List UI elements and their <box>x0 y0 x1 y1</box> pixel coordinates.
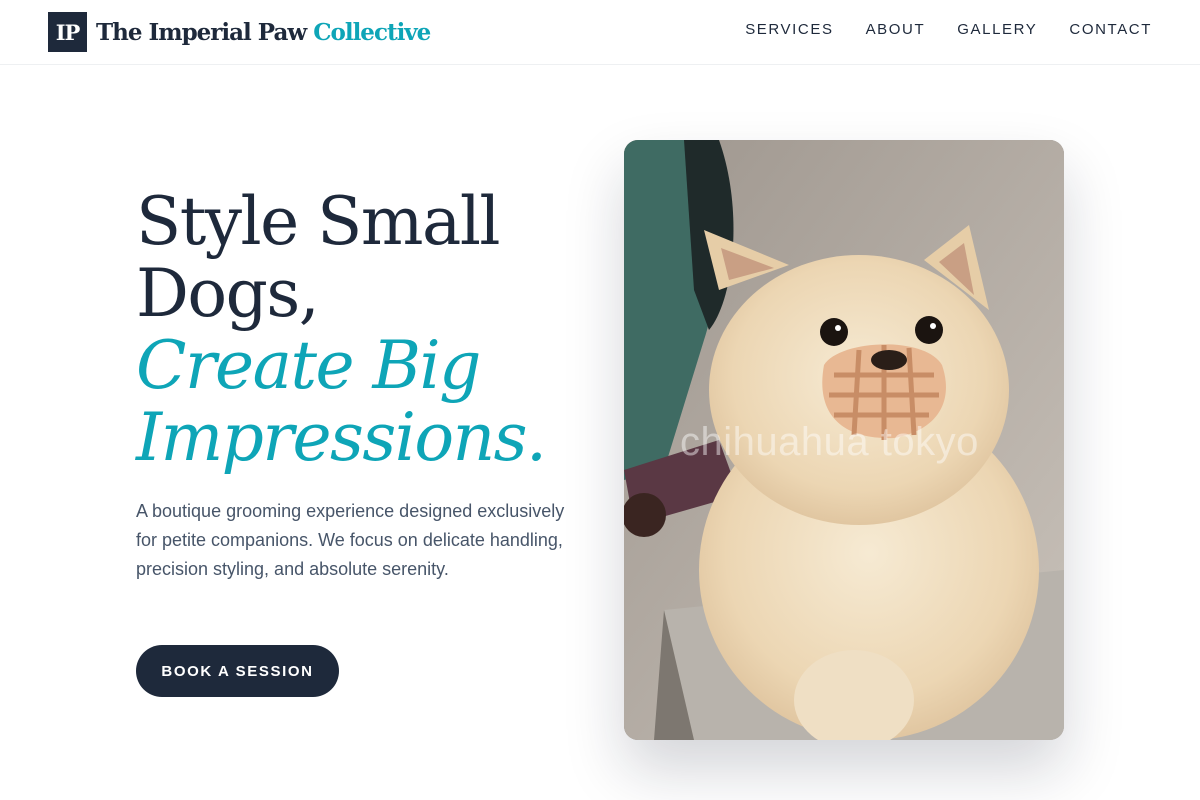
brand-name-accent: Collective <box>313 18 431 46</box>
brand-name-main: The Imperial Paw <box>96 18 307 46</box>
hero-title-accent-line-2: Impressions. <box>136 399 547 476</box>
nav-item-services[interactable]: SERVICES <box>745 20 833 40</box>
brand-name: The Imperial Paw Collective <box>96 18 431 46</box>
nav-item-gallery[interactable]: GALLERY <box>957 20 1037 40</box>
hero-photo: chihuahua tokyo <box>624 140 1064 740</box>
brand-logo[interactable]: IP The Imperial Paw Collective <box>48 12 431 52</box>
main-nav: SERVICES ABOUT GALLERY CONTACT <box>745 20 1152 40</box>
site-header: IP The Imperial Paw Collective SERVICES … <box>0 0 1200 65</box>
hero-title: Style Small Dogs, Create Big Impressions… <box>136 186 596 474</box>
logo-monogram: IP <box>48 12 87 52</box>
hero-description: A boutique grooming experience designed … <box>136 501 565 579</box>
photo-watermark: chihuahua tokyo <box>680 420 979 464</box>
book-session-button[interactable]: BOOK A SESSION <box>136 645 339 697</box>
hero-title-line-1: Style Small <box>136 183 501 260</box>
hero-title-line-2: Dogs, <box>136 255 320 332</box>
nav-item-about[interactable]: ABOUT <box>866 20 926 40</box>
nav-item-contact[interactable]: CONTACT <box>1069 20 1152 40</box>
hero-title-accent-line-1: Create Big <box>136 327 481 404</box>
